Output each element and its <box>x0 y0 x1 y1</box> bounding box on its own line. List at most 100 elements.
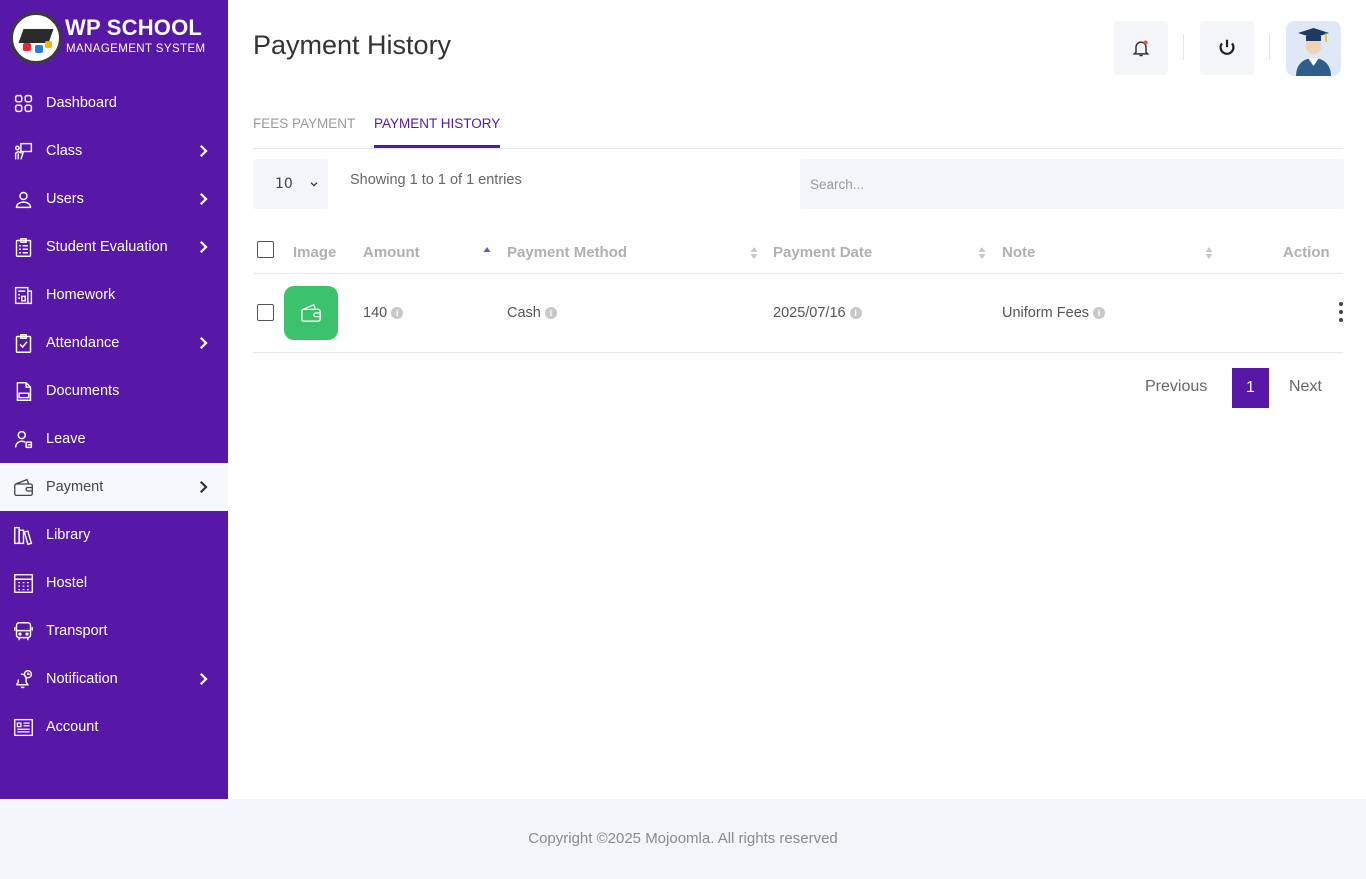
sidebar-item-dashboard[interactable]: Dashboard <box>0 79 228 127</box>
copyright-text: Copyright ©2025 Mojoomla. All rights res… <box>528 830 838 847</box>
entries-info: Showing 1 to 1 of 1 entries <box>350 172 522 188</box>
sidebar-item-label: Homework <box>46 287 116 303</box>
header-divider <box>1183 34 1184 60</box>
bus-icon <box>12 620 34 642</box>
sidebar-item-student-evaluation[interactable]: Student Evaluation <box>0 223 228 271</box>
sort-asc-icon <box>483 247 491 252</box>
sidebar-item-label: Dashboard <box>46 95 117 111</box>
cell-payment-method: Cash i <box>507 305 557 321</box>
chevron-right-icon <box>199 192 208 206</box>
avatar[interactable] <box>1286 21 1341 76</box>
bell-icon <box>1132 40 1150 57</box>
sidebar-item-label: Transport <box>46 623 108 639</box>
sidebar-item-notification[interactable]: Notification <box>0 655 228 703</box>
tab-payment-history[interactable]: PAYMENT HISTORY <box>374 116 501 148</box>
info-icon[interactable]: i <box>391 307 404 319</box>
sidebar-item-label: Account <box>46 719 99 735</box>
sidebar-item-class[interactable]: Class <box>0 127 228 175</box>
table-header: Image Amount Payment Method Payment Date… <box>253 233 1343 274</box>
leave-icon <box>12 428 34 450</box>
payment-image <box>284 286 338 340</box>
sidebar-item-label: Student Evaluation <box>46 239 168 255</box>
sidebar-item-label: Library <box>46 527 91 543</box>
notification-icon <box>12 668 34 690</box>
sidebar-item-account[interactable]: Account <box>0 703 228 751</box>
column-header-action: Action <box>1283 244 1330 261</box>
homework-icon <box>12 284 34 306</box>
sort-icon <box>750 247 758 259</box>
select-all-checkbox[interactable] <box>257 241 274 258</box>
user-icon <box>12 188 34 210</box>
sort-icon <box>1205 247 1213 259</box>
pagination-previous[interactable]: Previous <box>1145 378 1207 396</box>
main-content: Payment History FEES PAYMENT PAYMENT HIS… <box>228 0 1366 799</box>
sidebar-nav: Dashboard Class Users Student Evaluation <box>0 79 228 751</box>
sidebar-item-hostel[interactable]: Hostel <box>0 559 228 607</box>
page-length-value: 10 <box>275 176 293 192</box>
sidebar-item-leave[interactable]: Leave <box>0 415 228 463</box>
chevron-right-icon <box>199 240 208 254</box>
cell-note: Uniform Fees i <box>1002 305 1106 321</box>
dashboard-icon <box>12 92 34 114</box>
library-icon <box>12 524 34 546</box>
sort-icon <box>978 247 986 259</box>
sidebar-item-documents[interactable]: Documents <box>0 367 228 415</box>
sidebar-item-label: Documents <box>46 383 120 399</box>
sidebar-item-label: Payment <box>46 479 104 495</box>
notification-button[interactable] <box>1114 21 1168 75</box>
logo-title: WP SCHOOL <box>65 15 203 40</box>
row-actions-menu-icon[interactable] <box>1338 302 1344 326</box>
search-input[interactable] <box>800 159 1344 209</box>
sidebar-item-payment[interactable]: Payment <box>0 463 228 511</box>
wallet-icon <box>12 476 34 498</box>
pagination-page-1[interactable]: 1 <box>1232 368 1269 408</box>
sidebar-item-label: Attendance <box>46 335 120 351</box>
logo-emblem-icon <box>10 12 62 64</box>
chevron-right-icon <box>199 336 208 350</box>
table-row: 140 i Cash i 2025/07/16 i Uniform Fees i <box>253 274 1343 353</box>
cell-payment-date: 2025/07/16 i <box>773 305 862 321</box>
chevron-right-icon <box>199 144 208 158</box>
class-icon <box>12 140 34 162</box>
pagination-next[interactable]: Next <box>1289 378 1322 396</box>
header-divider <box>1269 34 1270 60</box>
info-icon[interactable]: i <box>1093 307 1106 319</box>
tab-fees-payment[interactable]: FEES PAYMENT <box>253 116 355 148</box>
info-icon[interactable]: i <box>849 307 862 319</box>
power-icon <box>1219 39 1235 55</box>
column-header-amount[interactable]: Amount <box>363 244 420 261</box>
sidebar-item-label: Users <box>46 191 84 207</box>
sidebar-item-transport[interactable]: Transport <box>0 607 228 655</box>
app-logo[interactable]: WP SCHOOL MANAGEMENT SYSTEM <box>10 12 220 64</box>
page-length-select[interactable]: 10 <box>253 159 328 209</box>
amount-value: 140 <box>363 305 388 321</box>
column-header-payment-method[interactable]: Payment Method <box>507 244 627 261</box>
wallet-icon <box>301 303 321 322</box>
hostel-icon <box>12 572 34 594</box>
sidebar-item-label: Notification <box>46 671 118 687</box>
column-header-note[interactable]: Note <box>1002 244 1035 261</box>
logout-button[interactable] <box>1200 21 1254 75</box>
clipboard-icon <box>12 236 34 258</box>
sidebar-item-label: Class <box>46 143 83 159</box>
sidebar-item-users[interactable]: Users <box>0 175 228 223</box>
page-title: Payment History <box>253 30 452 60</box>
column-header-payment-date[interactable]: Payment Date <box>773 244 872 261</box>
graduate-avatar-icon <box>1296 28 1331 76</box>
chevron-right-icon <box>199 480 208 494</box>
sidebar-item-library[interactable]: Library <box>0 511 228 559</box>
chevron-down-icon <box>310 182 318 187</box>
sidebar-item-homework[interactable]: Homework <box>0 271 228 319</box>
column-header-image: Image <box>293 244 337 261</box>
row-checkbox[interactable] <box>257 304 274 321</box>
sidebar-item-attendance[interactable]: Attendance <box>0 319 228 367</box>
tab-bar: FEES PAYMENT PAYMENT HISTORY <box>253 109 1343 149</box>
info-icon[interactable]: i <box>544 307 557 319</box>
footer: Copyright ©2025 Mojoomla. All rights res… <box>0 799 1366 879</box>
payment-date-value: 2025/07/16 <box>773 305 846 321</box>
document-icon <box>12 380 34 402</box>
note-value: Uniform Fees <box>1002 305 1090 321</box>
sidebar: WP SCHOOL MANAGEMENT SYSTEM Dashboard Cl… <box>0 0 228 799</box>
payment-method-value: Cash <box>507 305 541 321</box>
chevron-right-icon <box>199 672 208 686</box>
